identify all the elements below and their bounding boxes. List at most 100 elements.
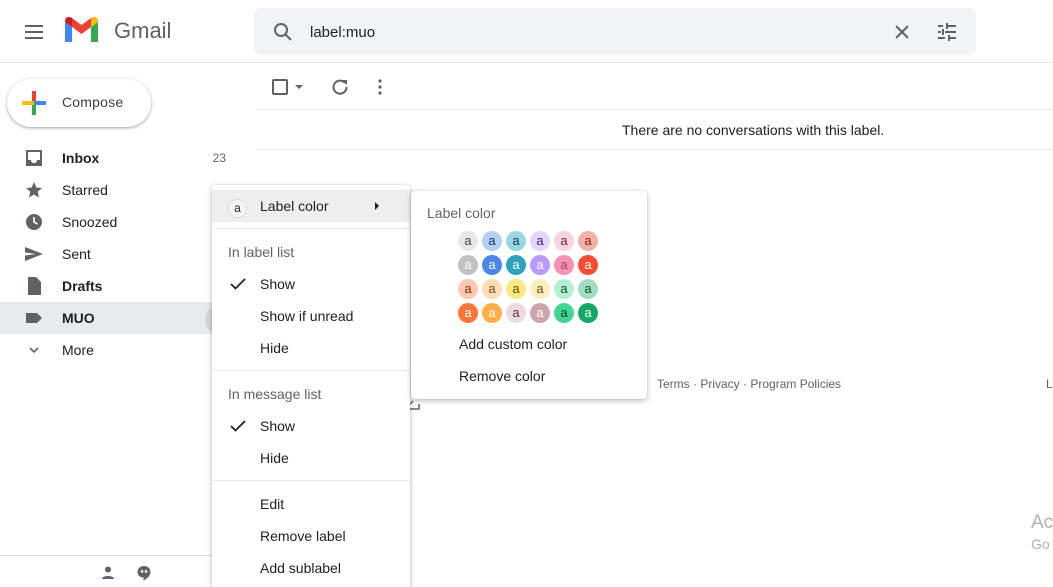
watermark-line-1: Ac (1031, 512, 1053, 533)
footer-separator: · (739, 377, 751, 391)
label-color-preview: a (228, 199, 247, 218)
color-swatch[interactable]: a (458, 279, 478, 299)
message-toolbar (256, 64, 1053, 110)
footer-truncated-text: L (1046, 377, 1053, 391)
sidebar-item-sent[interactable]: Sent (0, 238, 240, 270)
search-input[interactable] (310, 20, 870, 44)
color-swatch[interactable]: a (578, 303, 598, 323)
message-list-heading: In message list (212, 378, 410, 410)
color-swatch[interactable]: a (458, 255, 478, 275)
checkmark-icon (230, 420, 246, 432)
color-swatch[interactable]: a (458, 303, 478, 323)
menu-divider (212, 228, 410, 229)
watermark-line-2: Go (1031, 536, 1050, 552)
add-custom-color-option[interactable]: Add custom color (459, 336, 567, 352)
close-icon[interactable] (890, 20, 914, 44)
sidebar-item-snoozed[interactable]: Snoozed (0, 206, 240, 238)
message-list-hide-option[interactable]: Hide (212, 442, 410, 474)
menu-item-label: Hide (260, 450, 289, 466)
star-icon (26, 182, 42, 198)
section-heading: In label list (228, 244, 295, 260)
terms-link[interactable]: Terms (657, 377, 690, 391)
color-swatch[interactable]: a (554, 279, 574, 299)
color-swatch[interactable]: a (482, 255, 502, 275)
label-list-hide-option[interactable]: Hide (212, 332, 410, 364)
label-list-heading: In label list (212, 236, 410, 268)
menu-divider (212, 480, 410, 481)
section-heading: In message list (228, 386, 322, 402)
color-swatch[interactable]: a (506, 255, 526, 275)
sidebar-item-label: Snoozed (62, 214, 118, 230)
color-swatch[interactable]: a (506, 279, 526, 299)
refresh-icon[interactable] (330, 77, 350, 97)
checkmark-icon (230, 278, 246, 290)
more-vert-icon[interactable] (370, 77, 390, 97)
message-list-show-option[interactable]: Show (212, 410, 410, 442)
search-options-icon[interactable] (935, 20, 959, 44)
edit-label-option[interactable]: Edit (212, 488, 410, 520)
chevron-down-icon (29, 347, 39, 354)
contacts-icon[interactable] (100, 565, 116, 581)
label-list-show-option[interactable]: Show (212, 268, 410, 300)
color-swatch[interactable]: a (530, 255, 550, 275)
color-swatch-grid: aaaaaaaaaaaaaaaaaaaaaaaa (458, 231, 598, 323)
search-bar (254, 8, 976, 55)
compose-button[interactable]: Compose (7, 79, 151, 127)
color-swatch[interactable]: a (554, 255, 574, 275)
color-swatch[interactable]: a (578, 279, 598, 299)
sidebar-item-drafts[interactable]: Drafts (0, 270, 240, 302)
color-swatch[interactable]: a (458, 231, 478, 251)
color-swatch[interactable]: a (530, 303, 550, 323)
add-sublabel-option[interactable]: Add sublabel (212, 552, 410, 584)
main-menu-icon[interactable] (22, 20, 46, 44)
label-list-show-if-unread-option[interactable]: Show if unread (212, 300, 410, 332)
gmail-logo-icon[interactable] (63, 16, 100, 44)
color-swatch[interactable]: a (506, 231, 526, 251)
menu-item-label: Show if unread (260, 308, 354, 324)
remove-label-option[interactable]: Remove label (212, 520, 410, 552)
color-swatch[interactable]: a (530, 279, 550, 299)
sidebar-nav: Inbox 23 Starred Snoozed Sent Drafts MUO… (0, 142, 240, 366)
privacy-link[interactable]: Privacy (700, 377, 739, 391)
menu-item-label: Edit (260, 496, 285, 512)
menu-item-label: Show (260, 276, 296, 292)
sidebar-item-starred[interactable]: Starred (0, 174, 240, 206)
sidebar-item-more[interactable]: More (0, 334, 240, 366)
select-all-checkbox[interactable] (272, 79, 288, 95)
unread-count: 23 (212, 151, 226, 165)
color-swatch[interactable]: a (482, 279, 502, 299)
program-policies-link[interactable]: Program Policies (750, 377, 841, 391)
remove-color-option[interactable]: Remove color (459, 368, 545, 384)
sidebar-item-label: Drafts (62, 278, 103, 294)
select-dropdown-icon[interactable] (295, 85, 303, 89)
color-swatch[interactable]: a (554, 303, 574, 323)
activation-watermark: Ac Go (1031, 512, 1053, 552)
sidebar-item-inbox[interactable]: Inbox 23 (0, 142, 240, 174)
sidebar-item-label: Inbox (62, 150, 100, 166)
footer-separator: · (689, 377, 701, 391)
color-swatch[interactable]: a (482, 303, 502, 323)
menu-item-label: Show (260, 418, 296, 434)
sidebar-item-label: More (62, 342, 94, 358)
submenu-title: Label color (427, 205, 496, 221)
color-swatch[interactable]: a (482, 231, 502, 251)
color-swatch[interactable]: a (578, 231, 598, 251)
label-context-menu: a Label color In label list Show Show if… (212, 185, 410, 587)
submenu-arrow-icon (375, 202, 379, 210)
search-icon[interactable] (271, 20, 295, 44)
menu-item-label: Remove label (260, 528, 346, 544)
color-swatch[interactable]: a (530, 231, 550, 251)
label-color-menu-item[interactable]: a Label color (212, 190, 410, 222)
menu-item-label: Hide (260, 340, 289, 356)
hangouts-icon[interactable] (136, 565, 152, 581)
label-icon (26, 313, 42, 323)
inbox-icon (26, 150, 42, 166)
menu-item-label: Add sublabel (260, 560, 341, 576)
color-swatch[interactable]: a (578, 255, 598, 275)
app-name: Gmail (114, 18, 172, 43)
menu-divider (212, 370, 410, 371)
clock-icon (26, 214, 42, 230)
color-swatch[interactable]: a (506, 303, 526, 323)
color-swatch[interactable]: a (554, 231, 574, 251)
sidebar-item-muo[interactable]: MUO (0, 302, 240, 334)
